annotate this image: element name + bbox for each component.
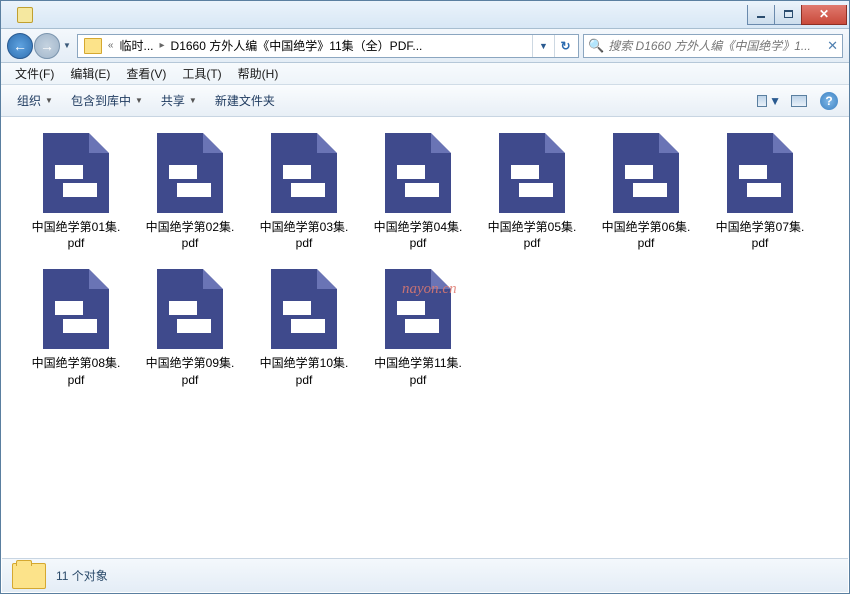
titlebar: ✕ (1, 1, 849, 29)
share-button[interactable]: 共享 ▼ (153, 88, 205, 113)
file-name-label: 中国绝学第08集.pdf (30, 355, 122, 387)
toolbar: 组织 ▼ 包含到库中 ▼ 共享 ▼ 新建文件夹 ▼ ? (1, 85, 849, 117)
menu-file[interactable]: 文件(F) (7, 63, 62, 84)
view-icon (757, 95, 767, 107)
pdf-file-icon (271, 133, 337, 213)
file-list-pane[interactable]: 中国绝学第01集.pdf 中国绝学第02集.pdf 中国绝学第03集.pdf 中国绝学… (2, 117, 848, 557)
file-name-label: 中国绝学第10集.pdf (258, 355, 350, 387)
file-item[interactable]: 中国绝学第04集.pdf (372, 133, 464, 251)
window-buttons: ✕ (748, 5, 847, 25)
file-name-label: 中国绝学第09集.pdf (144, 355, 236, 387)
breadcrumb-sep[interactable]: ▸ (158, 40, 167, 51)
chevron-down-icon: ▼ (189, 96, 197, 105)
breadcrumb-seg-2[interactable]: D1660 方外人编《中国绝学》11集（全）PDF... (167, 37, 427, 54)
file-name-label: 中国绝学第07集.pdf (714, 219, 806, 251)
pdf-file-icon (43, 269, 109, 349)
nav-arrows: ← → ▼ (7, 33, 73, 59)
pdf-file-icon (499, 133, 565, 213)
pdf-file-icon (385, 269, 451, 349)
folder-icon (84, 38, 102, 54)
share-label: 共享 (161, 92, 185, 109)
refresh-button[interactable]: ↻ (554, 35, 576, 57)
pdf-file-icon (157, 269, 223, 349)
organize-label: 组织 (17, 92, 41, 109)
arrow-right-icon: → (40, 38, 54, 54)
chevron-down-icon: ▼ (769, 94, 781, 108)
file-name-label: 中国绝学第05集.pdf (486, 219, 578, 251)
file-item[interactable]: 中国绝学第10集.pdf (258, 269, 350, 387)
file-name-label: 中国绝学第11集.pdf (372, 355, 464, 387)
statusbar: 11 个对象 (2, 558, 848, 592)
chevron-down-icon: ▼ (539, 41, 548, 51)
arrow-left-icon: ← (13, 38, 27, 54)
chevron-down-icon: ▼ (135, 96, 143, 105)
menu-edit[interactable]: 编辑(E) (62, 63, 118, 84)
file-item[interactable]: 中国绝学第01集.pdf (30, 133, 122, 251)
help-icon: ? (820, 92, 838, 110)
pdf-file-icon (727, 133, 793, 213)
file-item[interactable]: 中国绝学第08集.pdf (30, 269, 122, 387)
file-name-label: 中国绝学第01集.pdf (30, 219, 122, 251)
pdf-file-icon (385, 133, 451, 213)
search-input[interactable] (608, 39, 827, 53)
back-button[interactable]: ← (7, 33, 33, 59)
file-name-label: 中国绝学第06集.pdf (600, 219, 692, 251)
file-item[interactable]: 中国绝学第02集.pdf (144, 133, 236, 251)
file-item[interactable]: 中国绝学第06集.pdf (600, 133, 692, 251)
file-item[interactable]: 中国绝学第03集.pdf (258, 133, 350, 251)
chevron-down-icon: ▼ (45, 96, 53, 105)
file-item[interactable]: 中国绝学第07集.pdf (714, 133, 806, 251)
folder-icon (12, 563, 46, 589)
pane-icon (791, 95, 807, 107)
include-in-library-button[interactable]: 包含到库中 ▼ (63, 88, 151, 113)
file-name-label: 中国绝学第04集.pdf (372, 219, 464, 251)
minimize-button[interactable] (747, 5, 775, 25)
help-button[interactable]: ? (817, 90, 841, 112)
breadcrumb-sep: « (106, 40, 116, 51)
pdf-file-icon (157, 133, 223, 213)
new-folder-button[interactable]: 新建文件夹 (207, 88, 283, 113)
search-box: 🔍 ✕ (583, 34, 843, 58)
search-clear-icon[interactable]: ✕ (827, 38, 838, 54)
file-name-label: 中国绝学第02集.pdf (144, 219, 236, 251)
file-item[interactable]: 中国绝学第05集.pdf (486, 133, 578, 251)
organize-button[interactable]: 组织 ▼ (9, 88, 61, 113)
pdf-file-icon (613, 133, 679, 213)
file-item[interactable]: 中国绝学第09集.pdf (144, 269, 236, 387)
menu-help[interactable]: 帮助(H) (230, 63, 287, 84)
menubar: 文件(F) 编辑(E) 查看(V) 工具(T) 帮助(H) (1, 63, 849, 85)
address-bar[interactable]: « 临时... ▸ D1660 方外人编《中国绝学》11集（全）PDF... ▼… (77, 34, 579, 58)
file-name-label: 中国绝学第03集.pdf (258, 219, 350, 251)
include-label: 包含到库中 (71, 92, 131, 109)
window-icon (17, 7, 33, 23)
menu-view[interactable]: 查看(V) (118, 63, 174, 84)
pdf-file-icon (43, 133, 109, 213)
status-count: 11 个对象 (56, 567, 108, 584)
forward-button[interactable]: → (34, 33, 60, 59)
maximize-button[interactable] (774, 5, 802, 25)
menu-tools[interactable]: 工具(T) (174, 63, 229, 84)
file-item[interactable]: 中国绝学第11集.pdf (372, 269, 464, 387)
search-icon: 🔍 (588, 38, 604, 54)
close-button[interactable]: ✕ (801, 5, 847, 25)
preview-pane-button[interactable] (787, 90, 811, 112)
address-dropdown[interactable]: ▼ (532, 35, 554, 57)
refresh-icon: ↻ (560, 39, 570, 53)
newfolder-label: 新建文件夹 (215, 92, 275, 109)
files-container: 中国绝学第01集.pdf 中国绝学第02集.pdf 中国绝学第03集.pdf 中国绝学… (30, 133, 838, 388)
view-mode-button[interactable]: ▼ (757, 90, 781, 112)
breadcrumb-seg-1[interactable]: 临时... (115, 37, 157, 54)
pdf-file-icon (271, 269, 337, 349)
navbar: ← → ▼ « 临时... ▸ D1660 方外人编《中国绝学》11集（全）PD… (1, 29, 849, 63)
nav-history-dropdown[interactable]: ▼ (61, 41, 73, 50)
